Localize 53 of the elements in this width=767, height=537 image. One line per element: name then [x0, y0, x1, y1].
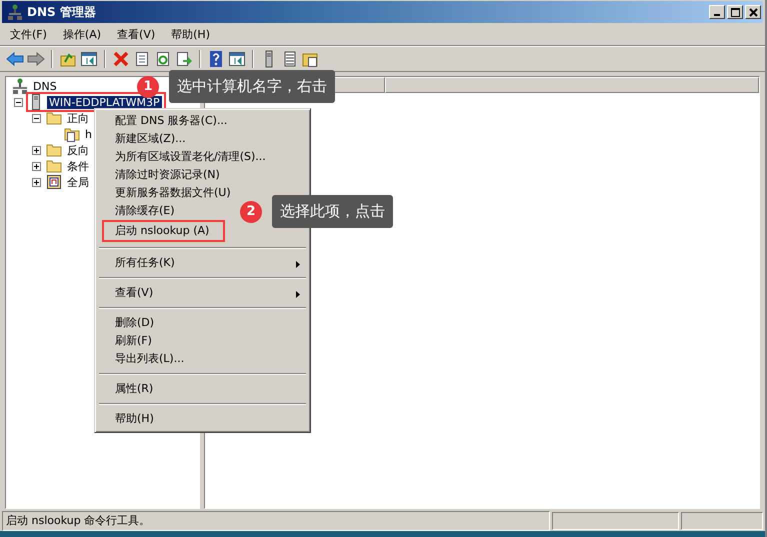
- tree-item[interactable]: WIN-EDDPLATWM3P: [47, 96, 162, 108]
- tree-item[interactable]: 条件: [65, 158, 91, 174]
- context-menu-item[interactable]: 删除(D): [102, 314, 162, 332]
- tree-item[interactable]: 全局: [65, 174, 91, 190]
- context-menu-item[interactable]: 配置 DNS 服务器(C)...: [102, 112, 236, 130]
- network-icon: [8, 4, 22, 20]
- collapse-icon[interactable]: [14, 98, 23, 106]
- minimize-button[interactable]: [709, 5, 725, 19]
- folder-icon: [46, 142, 62, 158]
- minimize-icon: [714, 14, 720, 16]
- menu-item[interactable]: 查看(V): [113, 24, 160, 44]
- callout-tooltip: 选中计算机名字，右击: [169, 70, 335, 103]
- context-menu-item[interactable]: 所有任务(K): [102, 254, 308, 272]
- column-header[interactable]: [385, 77, 759, 93]
- delete-icon[interactable]: [112, 50, 130, 68]
- expand-icon[interactable]: [32, 162, 41, 170]
- menu-item[interactable]: 帮助(H): [167, 24, 214, 44]
- status-text: 启动 nslookup 命令行工具。: [2, 511, 550, 531]
- context-menu-item[interactable]: 查看(V): [102, 284, 308, 302]
- folder-icon: [46, 158, 62, 174]
- expand-icon[interactable]: [32, 178, 41, 186]
- forward-icon[interactable]: [27, 50, 45, 68]
- maximize-icon: [730, 8, 740, 16]
- window-title: DNS 管理器: [27, 4, 97, 20]
- context-menu-item[interactable]: 导出列表(L)...: [102, 350, 192, 368]
- callout-tooltip: 选择此项，点击: [272, 195, 393, 228]
- close-button[interactable]: [745, 5, 761, 19]
- close-icon: [748, 8, 758, 16]
- expand-icon[interactable]: [32, 146, 41, 154]
- back-icon[interactable]: [6, 50, 24, 68]
- tree-item[interactable]: DNS: [31, 80, 59, 92]
- context-menu-item[interactable]: 清除过时资源记录(N): [102, 166, 228, 184]
- menu-item[interactable]: 操作(A): [58, 24, 106, 44]
- context-menu-item[interactable]: 为所有区域设置老化/清理(S)...: [102, 148, 274, 166]
- context-menu-item[interactable]: 刷新(F): [102, 332, 160, 350]
- refresh-icon[interactable]: [154, 50, 172, 68]
- export-icon[interactable]: [175, 50, 193, 68]
- tree-item[interactable]: 反向: [65, 142, 91, 158]
- context-menu-item[interactable]: 更新服务器数据文件(U): [102, 184, 239, 202]
- document-icon[interactable]: [133, 50, 151, 68]
- tree-item[interactable]: 正向: [65, 110, 91, 126]
- pane-icon[interactable]: [80, 50, 98, 68]
- context-menu-item[interactable]: 属性(R): [102, 380, 162, 398]
- context-menu-item[interactable]: 帮助(H): [102, 410, 162, 428]
- window-icon[interactable]: [228, 50, 246, 68]
- context-menu-item[interactable]: 启动 nslookup (A): [102, 220, 226, 242]
- menu-item[interactable]: 文件(F): [6, 24, 51, 44]
- context-menu-item[interactable]: 清除缓存(E): [102, 202, 183, 220]
- collapse-icon[interactable]: [32, 114, 41, 122]
- maximize-button[interactable]: [727, 5, 743, 19]
- tree-item[interactable]: h: [83, 128, 94, 140]
- context-menu-item[interactable]: 新建区域(Z)...: [102, 130, 194, 148]
- help-icon[interactable]: [207, 50, 225, 68]
